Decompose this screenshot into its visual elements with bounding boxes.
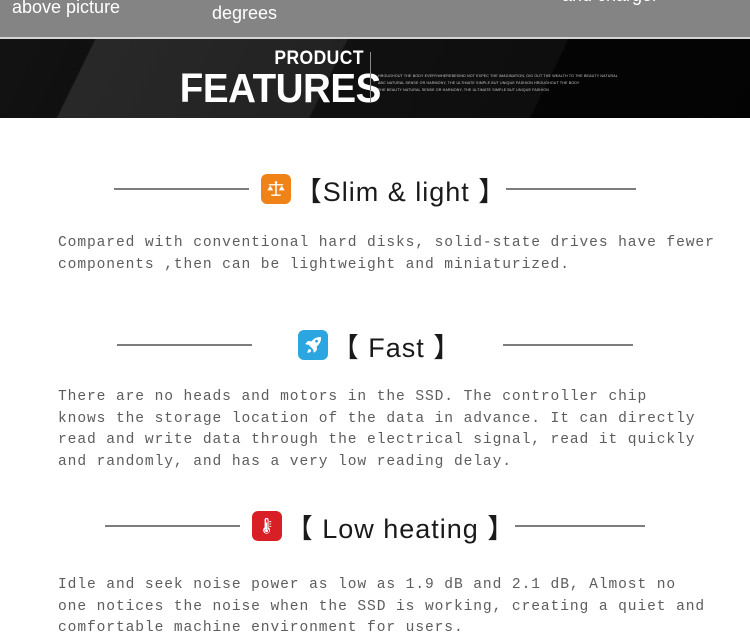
banner-blurb-line: ABC NATURAL SENSE OR HARMONY, THE ULTIMA… [378, 81, 580, 86]
heading-rule-right [515, 525, 646, 527]
balance-scale-icon [260, 174, 291, 204]
feature-section-low-heating: 【 Low heating 】 Idle and seek noise powe… [0, 500, 750, 640]
thermometer-icon [251, 511, 282, 541]
feature-heading-text: 【 Fast 】 [331, 332, 462, 363]
caption-and-charger: and charger [562, 0, 658, 6]
rocket-icon [297, 330, 328, 360]
caption-degrees: degrees [212, 3, 278, 23]
feature-heading-row: 【 Low heating 】 [0, 500, 750, 552]
feature-heading-text: 【 Low heating 】 [285, 513, 516, 544]
features-content: 【Slim & light 】 Compared with convention… [0, 163, 750, 640]
heading-rule-left [113, 188, 249, 190]
feature-section-fast: 【 Fast 】 There are no heads and motors i… [0, 319, 750, 473]
product-features-banner: PRODUCT FEATURES HROUGHOUT THE BODY EVER… [0, 39, 750, 118]
feature-heading-text: 【Slim & light 】 [294, 176, 507, 207]
banner-title: FEATURES [179, 65, 382, 111]
feature-body-text: There are no heads and motors in the SSD… [58, 389, 696, 470]
feature-body-text: Idle and seek noise power as low as 1.9 … [58, 577, 706, 636]
heading-rule-left [104, 525, 240, 527]
banner-title-block: PRODUCT FEATURES [168, 49, 382, 111]
banner-blurb-line: HROUGHOUT THE BODY EVERYWHEREBESIND NOT … [378, 74, 618, 78]
feature-heading-row: 【 Fast 】 [0, 319, 750, 371]
banner-vertical-divider [370, 52, 371, 102]
feature-body-text: Compared with conventional hard disks, s… [58, 235, 715, 273]
cropped-caption-band: above picture degrees and charger [0, 0, 750, 37]
caption-above-picture: above picture [12, 0, 121, 17]
feature-section-slim-light: 【Slim & light 】 Compared with convention… [0, 163, 750, 276]
heading-rule-left [116, 344, 252, 346]
heading-rule-right [506, 188, 637, 190]
feature-heading-row: 【Slim & light 】 [0, 163, 750, 215]
banner-blurb: HROUGHOUT THE BODY EVERYWHEREBESIND NOT … [378, 73, 643, 95]
banner-blurb-line: THE BEAUTY NATURAL SENSE OR HARMONY, THE… [378, 88, 549, 93]
heading-rule-right [503, 344, 634, 346]
